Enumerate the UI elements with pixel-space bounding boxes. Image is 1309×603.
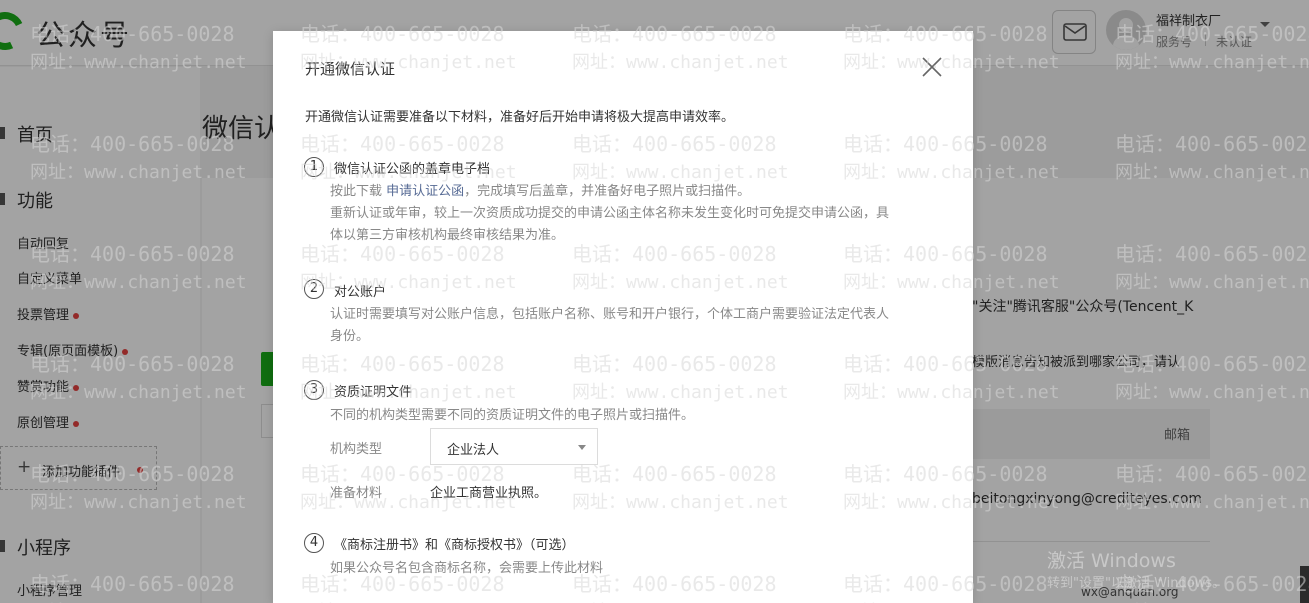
activate-windows-title: 激活 Windows: [1047, 550, 1176, 572]
step-description: 身份。: [330, 329, 370, 344]
close-button[interactable]: [918, 53, 946, 81]
step-description: 重新认证或年审，较上一次资质成功提交的申请公函主体名称未发生变化时可免提交申请公…: [330, 206, 890, 221]
org-type-label: 机构类型: [330, 442, 383, 457]
prep-material-label: 准备材料: [330, 486, 383, 501]
dialog-title: 开通微信认证: [305, 60, 396, 78]
dialog-intro: 开通微信认证需要准备以下材料，准备好后开始申请将极大提高申请效率。: [305, 110, 735, 125]
chevron-down-icon: [578, 445, 586, 450]
step-description: 如果公众号名包含商标名称，会需要上传此材料: [330, 561, 604, 576]
close-icon: [922, 57, 942, 77]
step-description: 不同的机构类型需要不同的资质证明文件的电子照片或扫描件。: [330, 408, 695, 423]
step-title: 资质证明文件: [334, 385, 413, 400]
step-number: 1: [304, 157, 324, 177]
org-type-select[interactable]: 企业法人: [430, 428, 598, 465]
step-number: 3: [304, 380, 324, 400]
download-letter-link[interactable]: 申请认证公函: [386, 184, 464, 199]
watermark-credit: wx@anquan.org: [1081, 585, 1179, 599]
step-description: 认证时需要填写对公账户信息，包括账户名称、账号和开户银行，个体工商户需要验证法定…: [330, 307, 890, 322]
step-title: 对公账户: [334, 285, 387, 300]
wechat-verification-dialog: 开通微信认证 开通微信认证需要准备以下材料，准备好后开始申请将极大提高申请效率。…: [273, 31, 973, 603]
prep-material-value: 企业工商营业执照。: [430, 486, 548, 501]
step-title: 《商标注册书》和《商标授权书》（可选）: [334, 538, 575, 553]
step-description: 按此下载 申请认证公函，完成填写后盖章，并准备好电子照片或扫描件。: [330, 184, 751, 199]
step-number: 4: [304, 533, 324, 553]
step-description: 体以第三方审核机构最终审核结果为准。: [330, 228, 565, 243]
step-number: 2: [304, 279, 324, 299]
step-title: 微信认证公函的盖章电子档: [334, 162, 491, 177]
